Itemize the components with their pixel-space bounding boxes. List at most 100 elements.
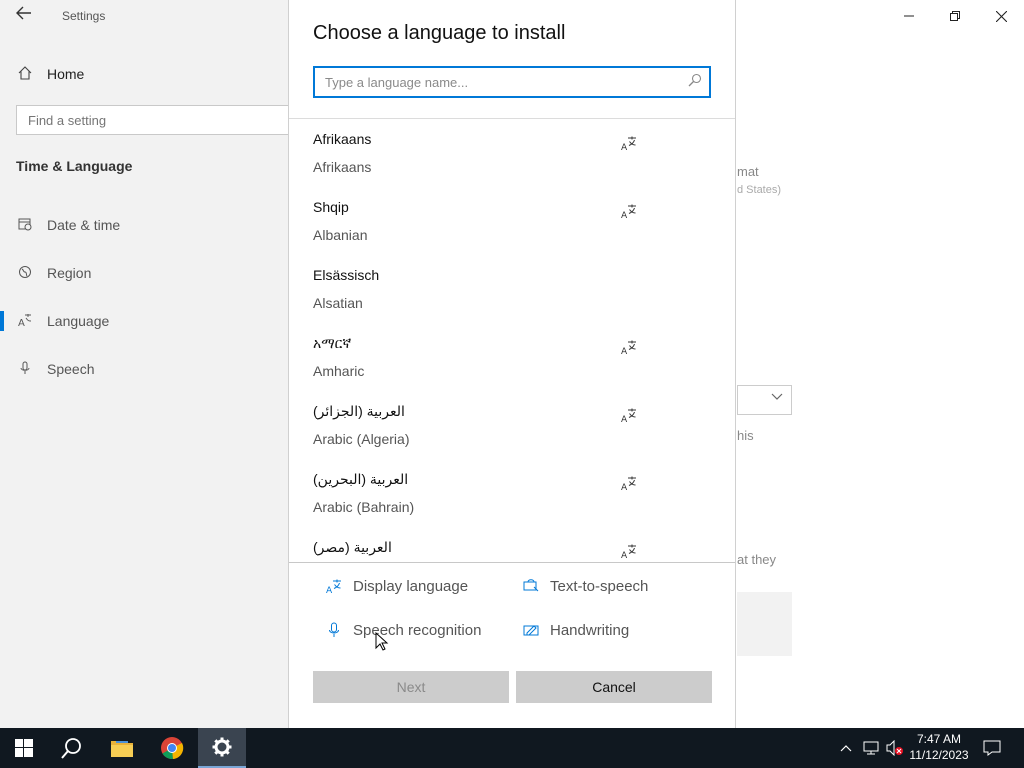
language-search-input[interactable] — [315, 68, 709, 96]
mouse-cursor-icon — [375, 632, 389, 651]
legend-speech-recognition: Speech recognition — [325, 619, 481, 641]
show-hidden-icons-button[interactable] — [836, 728, 856, 768]
chevron-down-icon — [771, 392, 783, 404]
microphone-icon — [16, 361, 34, 378]
clock-date: 11/12/2023 — [909, 748, 969, 762]
background-panel — [737, 592, 792, 656]
language-native-name: العربية (الجزائر) — [313, 403, 405, 419]
nav-home-label: Home — [47, 66, 85, 82]
display-language-icon: A — [621, 544, 636, 559]
display-language-icon: A — [621, 340, 636, 355]
svg-text:A: A — [621, 551, 628, 559]
home-icon — [16, 65, 34, 83]
divider — [289, 562, 735, 563]
background-text: his — [737, 428, 754, 443]
language-native-name: العربية (مصر) — [313, 539, 392, 555]
display-language-icon: A — [621, 476, 636, 491]
network-icon — [863, 741, 879, 755]
settings-sidebar: Settings Home Time & Language Date & tim… — [0, 0, 296, 728]
language-english-name: Amharic — [313, 363, 365, 379]
taskbar: 7:47 AM 11/12/2023 — [0, 728, 1024, 768]
background-text: d States) — [737, 184, 782, 196]
language-native-name: العربية (البحرين) — [313, 471, 409, 487]
search-icon — [688, 73, 702, 87]
folder-icon — [111, 741, 133, 757]
legend-handwriting: Handwriting — [522, 619, 629, 641]
background-text: at they — [737, 552, 777, 567]
back-button[interactable] — [12, 6, 36, 26]
language-english-name: Albanian — [313, 227, 368, 243]
language-search-box[interactable] — [313, 66, 711, 98]
close-window-button[interactable] — [978, 0, 1024, 32]
taskbar-search-button[interactable] — [48, 728, 96, 768]
nav-home[interactable]: Home — [16, 60, 84, 88]
restore-icon — [950, 11, 960, 21]
svg-text:A: A — [18, 318, 25, 327]
settings-taskbar-button[interactable] — [198, 728, 246, 768]
restore-button[interactable] — [932, 0, 978, 32]
find-setting-input[interactable] — [17, 106, 295, 134]
display-language-icon: A — [621, 136, 636, 151]
chrome-button[interactable] — [148, 728, 196, 768]
language-item-alsatian[interactable]: Elsässisch Alsatian — [289, 255, 735, 323]
legend-label: Display language — [353, 577, 469, 595]
legend-text-to-speech: Text-to-speech — [522, 575, 648, 597]
nav-item-speech[interactable]: Speech — [16, 355, 94, 383]
language-item-arabic-algeria[interactable]: العربية (الجزائر) Arabic (Algeria) A — [289, 391, 735, 459]
language-english-name: Alsatian — [313, 295, 363, 311]
volume-muted-icon — [886, 740, 903, 756]
nav-item-label: Date & time — [47, 217, 121, 233]
svg-text:A: A — [621, 415, 628, 423]
background-dropdown[interactable] — [737, 385, 792, 415]
nav-item-label: Language — [47, 313, 110, 329]
language-english-name: Afrikaans — [313, 159, 372, 175]
cancel-button[interactable]: Cancel — [516, 671, 712, 703]
clock-time: 7:47 AM — [916, 732, 962, 746]
svg-text:A: A — [621, 143, 628, 151]
globe-icon — [16, 265, 34, 282]
nav-item-region[interactable]: Region — [16, 259, 91, 287]
find-setting-box[interactable] — [16, 105, 296, 135]
display-language-icon: A — [325, 577, 343, 595]
language-item-afrikaans[interactable]: Afrikaans Afrikaans A — [289, 119, 735, 187]
nav-item-language[interactable]: A Language — [16, 307, 109, 335]
legend-label: Speech recognition — [353, 621, 482, 639]
minimize-icon — [904, 15, 914, 17]
language-item-arabic-egypt[interactable]: العربية (مصر) A — [289, 527, 735, 562]
display-language-icon: A — [621, 408, 636, 423]
start-button[interactable] — [0, 728, 48, 768]
text-to-speech-icon — [522, 577, 540, 595]
language-native-name: አማርኛ — [313, 335, 352, 351]
language-native-name: Shqip — [313, 199, 349, 215]
clock[interactable]: 7:47 AM 11/12/2023 — [906, 731, 972, 765]
network-button[interactable] — [860, 728, 882, 768]
minimize-button[interactable] — [886, 0, 932, 32]
background-text: mat — [737, 164, 759, 179]
nav-active-indicator — [0, 311, 4, 331]
gear-icon — [212, 737, 232, 757]
display-language-icon: A — [621, 204, 636, 219]
nav-item-label: Speech — [47, 361, 95, 377]
window-title: Settings — [62, 9, 106, 23]
choose-language-dialog: Choose a language to install Afrikaans A… — [288, 0, 736, 728]
chrome-icon — [161, 737, 184, 760]
notification-icon — [983, 740, 1001, 756]
svg-text:A: A — [621, 211, 628, 219]
action-center-button[interactable] — [980, 728, 1004, 768]
handwriting-icon — [522, 621, 540, 639]
language-item-amharic[interactable]: አማርኛ Amharic A — [289, 323, 735, 391]
language-item-albanian[interactable]: Shqip Albanian A — [289, 187, 735, 255]
back-arrow-icon — [16, 6, 31, 20]
language-english-name: Arabic (Bahrain) — [313, 499, 415, 515]
windows-logo-icon — [15, 739, 33, 757]
language-english-name: Arabic (Algeria) — [313, 431, 410, 447]
next-button[interactable]: Next — [313, 671, 509, 703]
nav-item-date-time[interactable]: Date & time — [16, 211, 120, 239]
volume-button[interactable] — [884, 728, 906, 768]
calendar-clock-icon — [16, 217, 34, 234]
language-list[interactable]: Afrikaans Afrikaans A Shqip Albanian A E… — [289, 119, 735, 562]
file-explorer-button[interactable] — [98, 728, 146, 768]
microphone-icon — [325, 621, 343, 639]
language-item-arabic-bahrain[interactable]: العربية (البحرين) Arabic (Bahrain) A — [289, 459, 735, 527]
language-native-name: Afrikaans — [313, 131, 372, 147]
